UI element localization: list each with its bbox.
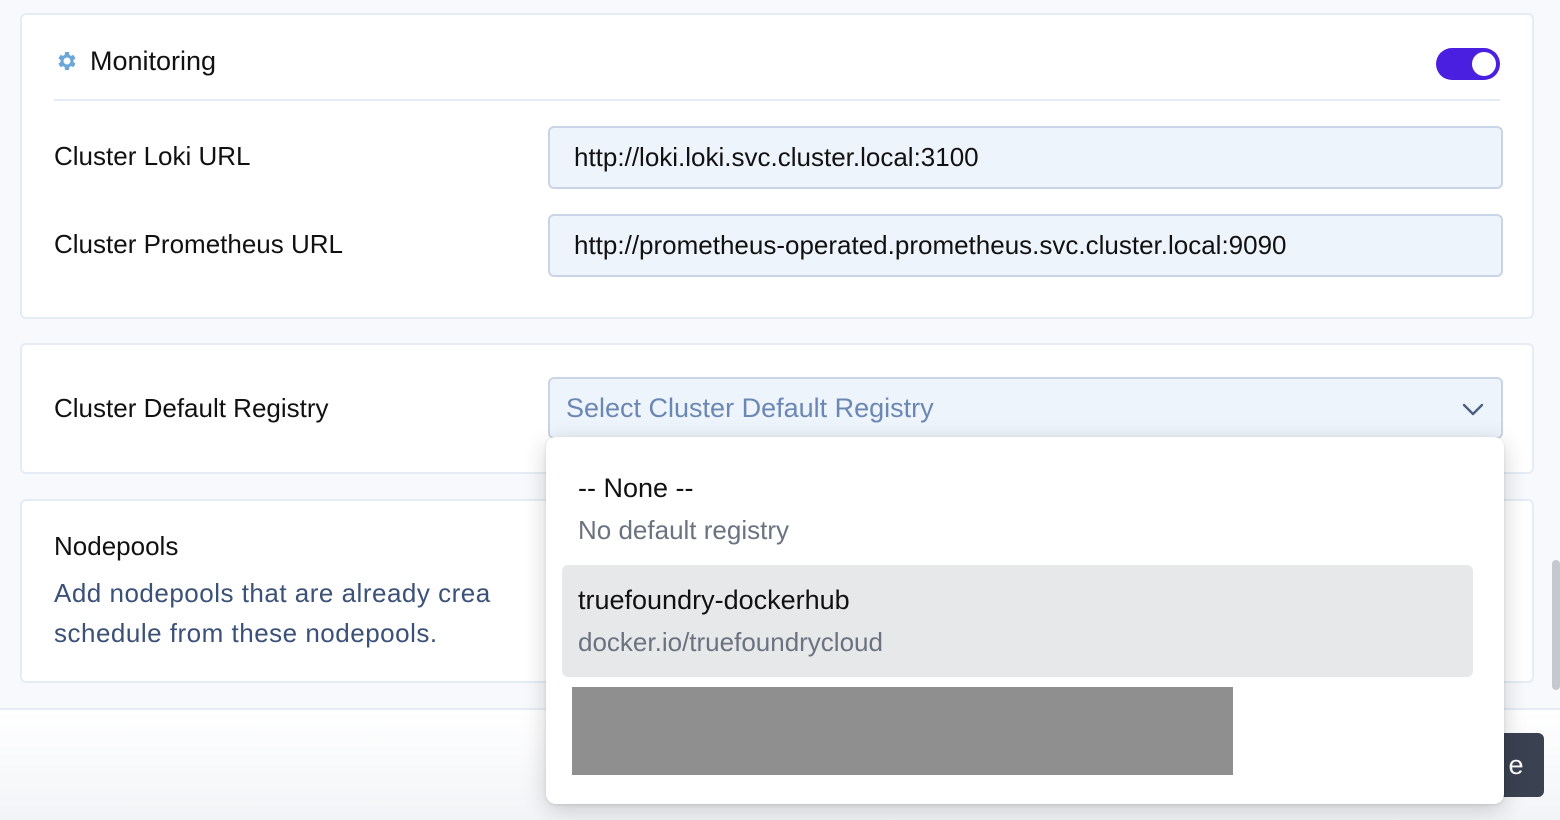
chevron-down-icon [1462, 403, 1484, 416]
monitoring-title: Monitoring [90, 45, 217, 76]
prometheus-url-label: Cluster Prometheus URL [54, 229, 343, 259]
scrollbar-thumb[interactable] [1552, 560, 1560, 690]
registry-option-none[interactable]: -- None -- No default registry [562, 453, 1473, 565]
registry-dropdown-menu: -- None -- No default registry truefound… [546, 437, 1504, 804]
loki-url-input[interactable]: http://loki.loki.svc.cluster.local:3100 [548, 126, 1503, 189]
scrollbar[interactable] [1552, 0, 1560, 690]
monitoring-toggle[interactable] [1436, 48, 1500, 80]
toggle-knob [1472, 52, 1496, 76]
nodepools-description-text: Add nodepools that are already crea sche… [54, 578, 491, 648]
loki-url-label: Cluster Loki URL [54, 141, 251, 171]
option-description: No default registry [578, 515, 789, 545]
prometheus-url-input[interactable]: http://prometheus-operated.prometheus.sv… [548, 214, 1503, 277]
divider [54, 99, 1500, 101]
footer-action-label: e [1508, 749, 1524, 780]
option-description: docker.io/truefoundrycloud [578, 627, 883, 657]
option-name: truefoundry-dockerhub [578, 585, 850, 615]
redacted-option[interactable] [572, 687, 1233, 775]
nodepools-description: Add nodepools that are already crea sche… [54, 573, 574, 653]
option-name: -- None -- [578, 473, 694, 503]
gear-icon [58, 52, 76, 70]
monitoring-card: Monitoring Cluster Loki URL http://loki.… [20, 13, 1534, 319]
registry-placeholder: Select Cluster Default Registry [566, 392, 934, 423]
registry-label: Cluster Default Registry [54, 393, 329, 423]
registry-option-dockerhub[interactable]: truefoundry-dockerhub docker.io/truefoun… [562, 565, 1473, 677]
monitoring-header: Monitoring [54, 41, 216, 81]
registry-select[interactable]: Select Cluster Default Registry [548, 377, 1503, 439]
nodepools-title: Nodepools [54, 531, 179, 561]
